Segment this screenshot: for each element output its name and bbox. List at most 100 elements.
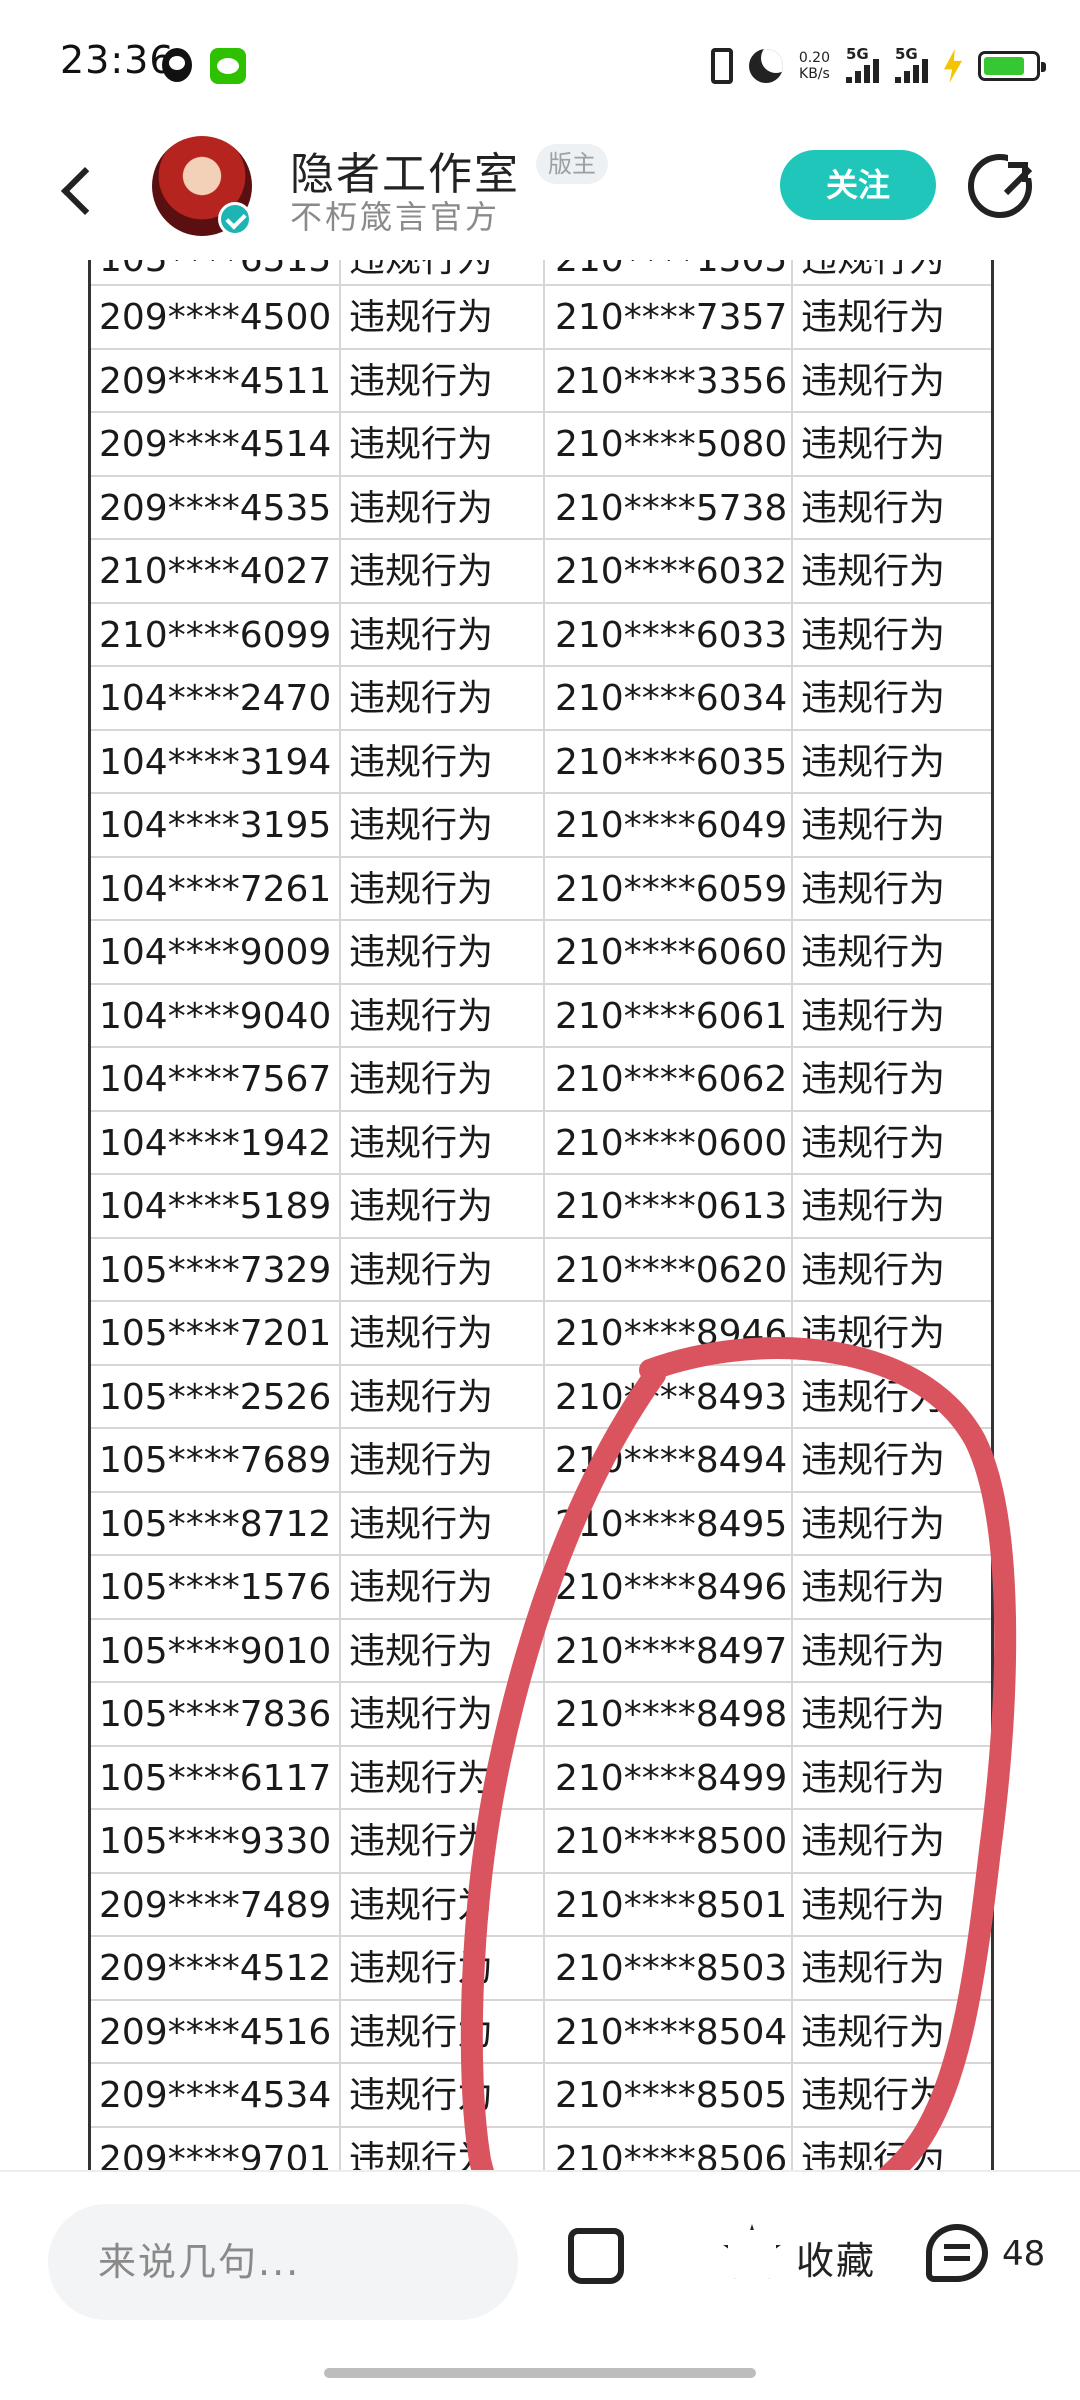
table-cell: 210****8505 (545, 2064, 793, 2126)
table-cell: 违规行为 (341, 476, 545, 538)
table-cell: 违规行为 (341, 260, 545, 284)
table-cell: 104****7261 (91, 857, 341, 919)
vibrate-icon (710, 48, 733, 84)
violation-table: 105****6515 违规行为 210****1505 违规行为 209***… (88, 260, 994, 2180)
table-cell: 209****7489 (91, 1873, 341, 1935)
sim2-label: 5G (895, 45, 918, 63)
table-cell: 104****3195 (91, 794, 341, 856)
table-cell: 210****6049 (545, 794, 793, 856)
table-cell: 210****8497 (545, 1619, 793, 1681)
table-cell: 105****9010 (91, 1619, 341, 1681)
table-cell: 210****8493 (545, 1365, 793, 1427)
table-cell: 违规行为 (341, 349, 545, 411)
table-row: 105****8712 违规行为 210****8495 违规行为 (91, 1492, 991, 1556)
comment-count[interactable]: 48 (1002, 2234, 1045, 2274)
table-cell: 209****4511 (91, 349, 341, 411)
table-cell: 105****1576 (91, 1556, 341, 1618)
table-row: 209****7489 违规行为 210****8501 违规行为 (91, 1873, 991, 1937)
table-cell: 210****0613 (545, 1175, 793, 1237)
table-row: 105****9330 违规行为 210****8500 违规行为 (91, 1810, 991, 1874)
table-cell: 违规行为 (341, 2000, 545, 2062)
table-row: 105****2526 违规行为 210****8493 违规行为 (91, 1365, 991, 1429)
table-cell: 210****4027 (91, 540, 341, 602)
table-cell: 违规行为 (801, 2075, 946, 2116)
table-cell: 210****8501 (545, 1873, 793, 1935)
table-cell: 违规行为 (801, 805, 946, 846)
wechat-icon (210, 48, 246, 84)
table-cell: 违规行为 (341, 1810, 545, 1872)
table-row: 105****6117 违规行为 210****8499 违规行为 (91, 1746, 991, 1810)
table-cell: 违规行为 (341, 984, 545, 1046)
signal-icon: 5G (846, 45, 879, 83)
table-cell: 违规行为 (801, 995, 946, 1037)
table-cell: 104****9040 (91, 984, 341, 1046)
table-row: 105****7836 违规行为 210****8498 违规行为 (91, 1683, 991, 1747)
table-row: 104****9040 违规行为 210****6061 违规行为 (91, 984, 991, 1048)
table-cell: 210****5738 (545, 476, 793, 538)
table-cell: 违规行为 (341, 1238, 545, 1300)
battery-icon (978, 51, 1046, 81)
table-row: 105****7689 违规行为 210****8494 违规行为 (91, 1429, 991, 1493)
table-cell: 105****7836 (91, 1683, 341, 1745)
table-row: 210****4027 违规行为 210****6032 违规行为 (91, 540, 991, 604)
table-cell: 违规行为 (341, 794, 545, 856)
table-row: 209****4512 违规行为 210****8503 违规行为 (91, 1937, 991, 2001)
table-cell: 违规行为 (341, 2064, 545, 2126)
status-time: 23:36 (60, 38, 175, 82)
table-cell: 210****5080 (545, 413, 793, 475)
table-cell: 104****7567 (91, 1048, 341, 1110)
post-header: 隐者工作室 版主 不朽箴言官方 关注 (0, 120, 1080, 260)
post-image[interactable]: 105****6515 违规行为 210****1505 违规行为 209***… (0, 260, 1080, 2180)
comment-input[interactable]: 来说几句... (48, 2204, 518, 2320)
table-cell: 210****3356 (545, 349, 793, 411)
table-cell: 违规行为 (341, 413, 545, 475)
follow-button[interactable]: 关注 (780, 150, 936, 220)
table-cell: 210****6059 (545, 857, 793, 919)
signal-icon-2: 5G (895, 45, 928, 83)
table-row: 104****3194 违规行为 210****6035 违规行为 (91, 730, 991, 794)
table-cell: 违规行为 (341, 1619, 545, 1681)
sim1-label: 5G (846, 45, 869, 63)
table-cell: 违规行为 (801, 297, 946, 338)
table-cell: 210****6060 (545, 921, 793, 983)
table-cell: 违规行为 (801, 1186, 946, 1227)
table-row: 105****9010 违规行为 210****8497 违规行为 (91, 1619, 991, 1683)
comment-bubble-icon[interactable] (926, 2224, 988, 2282)
table-cell: 违规行为 (801, 868, 946, 910)
table-cell: 210****6099 (91, 603, 341, 665)
home-indicator[interactable] (324, 2368, 756, 2378)
table-cell: 违规行为 (801, 1059, 946, 1100)
net-speed: 0.20 KB/s (799, 50, 830, 82)
table-row: 104****9009 违规行为 210****6060 违规行为 (91, 921, 991, 985)
favorite-label[interactable]: 收藏 (796, 2230, 876, 2285)
table-cell: 210****0620 (545, 1238, 793, 1300)
table-cell: 105****2526 (91, 1365, 341, 1427)
table-cell: 违规行为 (341, 603, 545, 665)
table-cell: 违规行为 (341, 286, 545, 348)
table-cell: 违规行为 (801, 551, 946, 592)
table-row: 209****4516 违规行为 210****8504 违规行为 (91, 2000, 991, 2064)
charging-bolt-icon (944, 49, 962, 83)
like-thumb-icon[interactable] (568, 2228, 624, 2284)
table-cell: 违规行为 (801, 1948, 946, 1989)
table-cell: 违规行为 (341, 1556, 545, 1618)
favorite-star-icon[interactable] (723, 2224, 781, 2279)
table-cell: 违规行为 (341, 1746, 545, 1808)
table-cell: 违规行为 (801, 1757, 946, 1799)
table-cell: 违规行为 (341, 1937, 545, 1999)
table-cell: 210****8498 (545, 1683, 793, 1745)
table-cell: 违规行为 (341, 1492, 545, 1554)
table-cell: 违规行为 (801, 424, 946, 465)
table-cell: 违规行为 (341, 1048, 545, 1110)
table-cell: 违规行为 (801, 1503, 946, 1545)
table-cell: 210****6061 (545, 984, 793, 1046)
table-cell: 违规行为 (801, 487, 946, 529)
qq-icon (162, 48, 192, 82)
table-cell: 210****1505 (545, 260, 793, 284)
back-arrow-icon[interactable] (56, 160, 106, 224)
share-icon[interactable] (968, 152, 1034, 218)
table-cell: 210****8946 (545, 1302, 793, 1364)
table-cell: 104****9009 (91, 921, 341, 983)
table-row: 104****2470 违规行为 210****6034 违规行为 (91, 667, 991, 731)
table-cell: 违规行为 (341, 1302, 545, 1364)
